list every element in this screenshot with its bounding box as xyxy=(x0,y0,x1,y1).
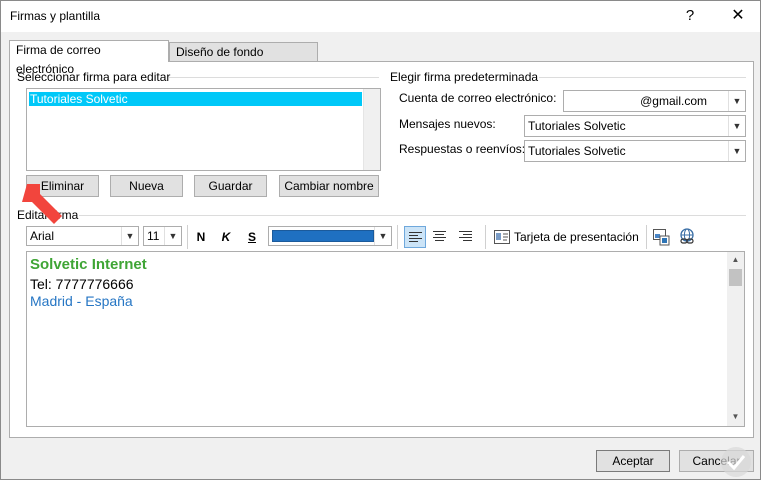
replies-select[interactable]: Tutoriales Solvetic ▼ xyxy=(524,140,746,162)
align-right-button[interactable] xyxy=(455,226,477,248)
align-left-button[interactable] xyxy=(404,226,426,248)
toolbar-separator xyxy=(397,225,398,249)
insert-hyperlink-icon[interactable] xyxy=(678,228,696,246)
toolbar-separator xyxy=(485,225,486,249)
underline-button[interactable]: S xyxy=(244,227,260,247)
chevron-down-icon[interactable]: ▼ xyxy=(374,227,391,245)
business-card-label: Tarjeta de presentación xyxy=(514,230,639,244)
italic-button[interactable]: K xyxy=(218,227,234,247)
watermark-logo-icon xyxy=(721,447,751,477)
group-divider xyxy=(539,77,746,78)
chevron-down-icon[interactable]: ▼ xyxy=(728,141,745,161)
new-messages-select[interactable]: Tutoriales Solvetic ▼ xyxy=(524,115,746,137)
account-select[interactable]: @gmail.com ▼ xyxy=(563,90,746,112)
new-messages-value: Tutoriales Solvetic xyxy=(528,119,626,133)
align-left-icon xyxy=(409,232,422,244)
chevron-down-icon[interactable]: ▼ xyxy=(164,227,181,245)
align-center-button[interactable] xyxy=(429,226,451,248)
new-messages-label: Mensajes nuevos: xyxy=(399,117,496,131)
font-color-select[interactable]: ▼ xyxy=(268,226,392,246)
group-divider xyxy=(79,215,746,216)
ok-button[interactable]: Aceptar xyxy=(596,450,670,472)
editor-scrollbar[interactable]: ▲ ▼ xyxy=(727,252,744,426)
signature-editor[interactable]: Solvetic Internet Tel: 7777776666 Madrid… xyxy=(26,251,745,427)
close-button[interactable]: ✕ xyxy=(723,5,753,27)
font-value: Arial xyxy=(30,229,55,243)
font-color-swatch xyxy=(272,230,374,242)
signature-list-item[interactable]: Tutoriales Solvetic xyxy=(29,92,362,106)
scroll-down-icon[interactable]: ▼ xyxy=(727,412,744,421)
signature-line-name: Solvetic Internet xyxy=(30,256,147,273)
chevron-down-icon[interactable]: ▼ xyxy=(728,116,745,136)
replies-value: Tutoriales Solvetic xyxy=(528,144,626,158)
account-label: Cuenta de correo electrónico: xyxy=(399,91,557,105)
font-size-value: 11 xyxy=(147,229,160,243)
tab-email-signature[interactable]: Firma de correo electrónico xyxy=(9,40,169,76)
align-center-icon xyxy=(433,231,446,243)
rename-button[interactable]: Cambiar nombre xyxy=(279,175,379,197)
signature-line-location: Madrid - España xyxy=(30,293,133,309)
business-card-button[interactable]: Tarjeta de presentación xyxy=(492,226,642,248)
business-card-icon xyxy=(494,230,510,244)
dialog-window: Firmas y plantilla ? ✕ Firma de correo e… xyxy=(0,0,761,480)
align-right-icon xyxy=(459,231,472,243)
save-button[interactable]: Guardar xyxy=(194,175,267,197)
default-signature-label: Elegir firma predeterminada xyxy=(390,70,539,84)
signature-listbox[interactable]: Tutoriales Solvetic xyxy=(26,88,381,171)
tab-personal-stationery[interactable]: Diseño de fondo personal xyxy=(169,42,318,78)
help-button[interactable]: ? xyxy=(675,5,705,27)
font-size-select[interactable]: 11 ▼ xyxy=(143,226,182,246)
group-divider xyxy=(169,77,379,78)
listbox-scrollbar[interactable] xyxy=(363,89,380,170)
chevron-down-icon[interactable]: ▼ xyxy=(728,91,745,111)
new-button[interactable]: Nueva xyxy=(110,175,183,197)
scroll-up-icon[interactable]: ▲ xyxy=(727,255,744,264)
insert-picture-icon[interactable] xyxy=(652,228,670,246)
title-bar: Firmas y plantilla ? ✕ xyxy=(1,1,760,32)
toolbar-separator xyxy=(646,225,647,249)
signature-line-phone: Tel: 7777776666 xyxy=(30,276,134,292)
replies-label: Respuestas o reenvíos: xyxy=(399,142,526,156)
chevron-down-icon[interactable]: ▼ xyxy=(121,227,138,245)
account-value: @gmail.com xyxy=(640,94,707,108)
scroll-thumb[interactable] xyxy=(729,269,742,286)
toolbar-separator xyxy=(187,225,188,249)
window-title: Firmas y plantilla xyxy=(10,9,101,23)
bold-button[interactable]: N xyxy=(193,227,209,247)
annotation-arrow-icon xyxy=(22,184,62,224)
